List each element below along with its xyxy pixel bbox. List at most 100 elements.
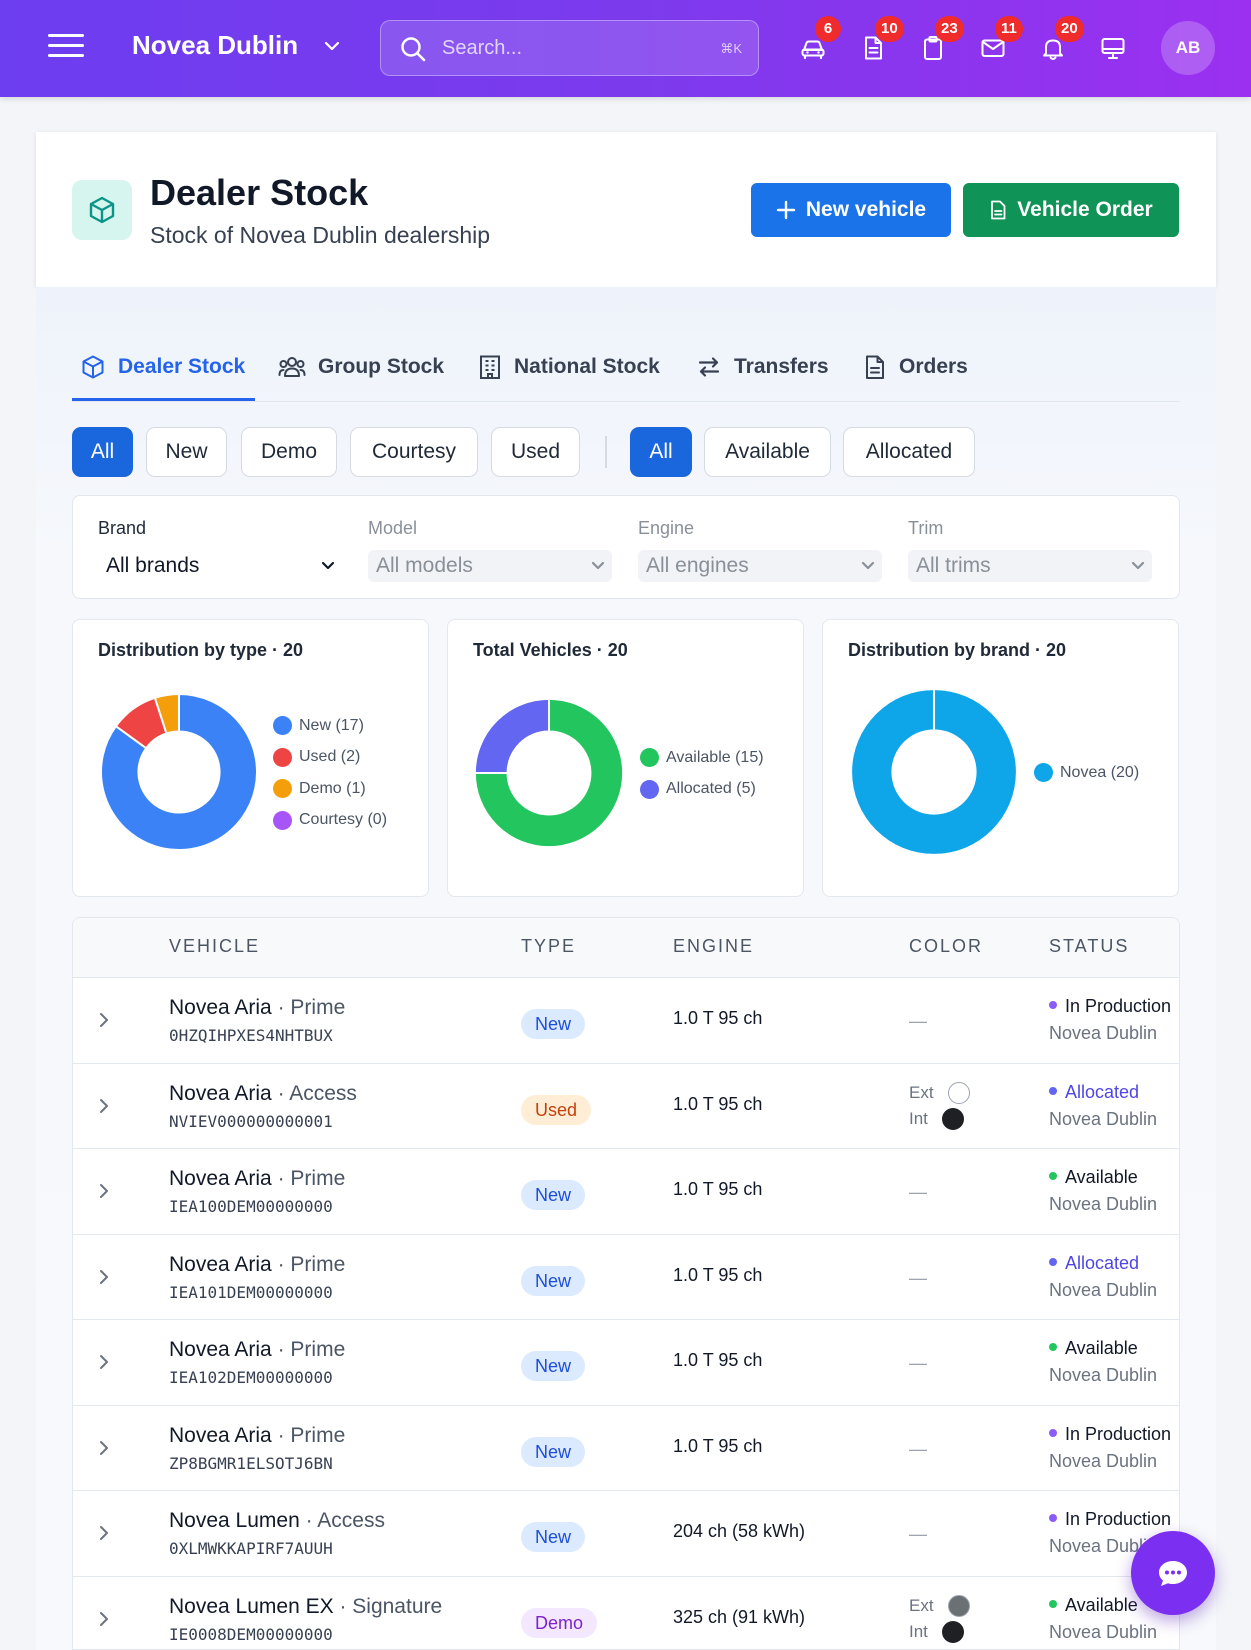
vehicle-model: Novea Aria bbox=[169, 1252, 272, 1276]
tab-label: Transfers bbox=[734, 355, 829, 378]
type-filter-new[interactable]: New bbox=[146, 427, 227, 477]
chevron-down-icon bbox=[861, 561, 875, 570]
tab-group-stock[interactable]: Group Stock bbox=[278, 354, 444, 380]
type-filter-courtesy[interactable]: Courtesy bbox=[350, 427, 478, 477]
legend-label: Courtesy (0) bbox=[299, 811, 388, 829]
type-badge: Demo bbox=[521, 1607, 598, 1638]
car-icon[interactable]: 6 bbox=[795, 16, 841, 66]
status-cell: Available Novea Dublin bbox=[1049, 1167, 1157, 1215]
column-header[interactable]: TYPE bbox=[521, 936, 576, 957]
brand-select[interactable]: All brands bbox=[98, 550, 342, 582]
table-row[interactable]: Novea Aria · Prime IEA101DEM00000000 New 1.… bbox=[73, 1235, 1179, 1320]
legend-swatch bbox=[273, 810, 292, 830]
dealer-name[interactable]: Novea Dublin bbox=[132, 30, 298, 61]
column-header[interactable]: ENGINE bbox=[673, 936, 754, 957]
donut-slice[interactable] bbox=[473, 697, 550, 774]
table-row[interactable]: Novea Aria · Prime 0HZQIHPXES4NHTBUX New 1.… bbox=[73, 978, 1179, 1064]
type-filter-all[interactable]: All bbox=[72, 427, 133, 477]
model-select[interactable]: All models bbox=[368, 550, 612, 582]
exterior-color-swatch bbox=[947, 1081, 970, 1104]
box-icon bbox=[72, 180, 132, 240]
table-row[interactable]: Novea Aria · Prime IEA100DEM00000000 New 1.… bbox=[73, 1149, 1179, 1235]
status-dot bbox=[1049, 1257, 1057, 1266]
vehicle-model: Novea Aria bbox=[169, 1338, 272, 1361]
legend-label: Allocated (5) bbox=[666, 780, 756, 798]
legend-item: Courtesy (0) bbox=[273, 805, 387, 837]
column-header[interactable]: STATUS bbox=[1049, 936, 1129, 957]
type-badge: New bbox=[521, 1436, 586, 1467]
tab-label: Orders bbox=[899, 355, 968, 378]
column-header[interactable]: VEHICLE bbox=[169, 936, 260, 957]
status-filter-allocated[interactable]: Allocated bbox=[843, 427, 975, 477]
clipboard-icon[interactable]: 23 bbox=[915, 16, 964, 66]
chevron-right-icon[interactable] bbox=[97, 1181, 111, 1206]
status-location: Novea Dublin bbox=[1049, 1450, 1158, 1471]
table-row[interactable]: Novea Aria · Prime ZP8BGMR1ELSOTJ6BN New 1.… bbox=[73, 1406, 1179, 1491]
status-cell: Available Novea Dublin bbox=[1049, 1595, 1157, 1643]
color-empty: — bbox=[909, 1182, 927, 1202]
chevron-right-icon[interactable] bbox=[97, 1438, 111, 1463]
chevron-right-icon[interactable] bbox=[97, 1523, 111, 1548]
vehicle-trim: Prime bbox=[290, 1252, 346, 1276]
column-header[interactable]: COLOR bbox=[909, 936, 983, 957]
type-filter-demo[interactable]: Demo bbox=[241, 427, 337, 477]
vehicle-name: Novea Aria · Prime bbox=[169, 996, 346, 1019]
chevron-right-icon[interactable] bbox=[97, 1352, 111, 1377]
status-filter-available[interactable]: Available bbox=[704, 427, 831, 477]
chevron-right-icon[interactable] bbox=[97, 1010, 111, 1035]
status-text: Allocated bbox=[1065, 1252, 1140, 1273]
new-vehicle-button[interactable]: New vehicle bbox=[751, 183, 951, 237]
donut-chart-type bbox=[100, 692, 258, 851]
search-input[interactable]: Search... ⌘K bbox=[380, 20, 759, 76]
vehicle-trim: Signature bbox=[352, 1594, 443, 1618]
search-shortcut: ⌘K bbox=[720, 41, 742, 56]
users-icon bbox=[278, 357, 306, 377]
status-filter-all[interactable]: All bbox=[630, 427, 692, 477]
exterior-color-swatch bbox=[947, 1594, 970, 1617]
chevron-right-icon[interactable] bbox=[97, 1096, 111, 1121]
engine-select[interactable]: All engines bbox=[638, 550, 882, 582]
vehicle-trim: Prime bbox=[290, 1167, 346, 1190]
monitor-icon[interactable] bbox=[1095, 30, 1131, 66]
chevron-down-icon bbox=[321, 561, 335, 570]
top-bar: Novea Dublin Search... ⌘K 6 10 23 11 20 … bbox=[0, 0, 1251, 97]
chevron-right-icon[interactable] bbox=[97, 1609, 111, 1634]
table-row[interactable]: Novea Lumen · Access 0XLMWKKAPIRF7AUUH New… bbox=[73, 1491, 1179, 1577]
vehicle-order-label: Vehicle Order bbox=[1017, 198, 1153, 221]
mail-icon[interactable]: 11 bbox=[975, 16, 1023, 66]
table-row[interactable]: Novea Aria · Prime IEA102DEM00000000 New 1.… bbox=[73, 1320, 1179, 1406]
legend-item: Demo (1) bbox=[273, 773, 387, 805]
chart-legend: New (17) Used (2) Demo (1) Courtesy (0) bbox=[273, 710, 387, 836]
chevron-right-icon[interactable] bbox=[97, 1267, 111, 1292]
plus-icon bbox=[776, 200, 796, 220]
engine-value: 1.0 T 95 ch bbox=[673, 1179, 763, 1199]
vehicle-vin: 0XLMWKKAPIRF7AUUH bbox=[169, 1539, 333, 1558]
trim-select[interactable]: All trims bbox=[908, 550, 1152, 582]
vehicle-order-button[interactable]: Vehicle Order bbox=[963, 183, 1179, 237]
tab-orders[interactable]: Orders bbox=[863, 354, 968, 380]
brand-label: Brand bbox=[98, 518, 147, 538]
tab-dealer-stock[interactable]: Dealer Stock bbox=[80, 354, 245, 380]
vehicle-vin: 0HZQIHPXES4NHTBUX bbox=[169, 1026, 333, 1045]
table-row[interactable]: Novea Aria · Access NVIEV000000000001 Used… bbox=[73, 1064, 1179, 1149]
legend-swatch bbox=[273, 716, 292, 736]
vehicle-name: Novea Aria · Prime bbox=[169, 1423, 346, 1447]
legend-item: Novea (20) bbox=[1034, 757, 1139, 789]
chat-button[interactable] bbox=[1131, 1531, 1215, 1615]
menu-icon[interactable] bbox=[48, 34, 84, 62]
bell-icon[interactable]: 20 bbox=[1035, 16, 1084, 66]
vehicle-vin: IEA100DEM00000000 bbox=[169, 1197, 333, 1216]
type-filter-used[interactable]: Used bbox=[491, 427, 580, 477]
tab-national-stock[interactable]: National Stock bbox=[478, 354, 660, 380]
table-row[interactable]: Novea Lumen EX · Signature IE0008DEM00000… bbox=[73, 1577, 1179, 1650]
document-icon[interactable]: 10 bbox=[855, 16, 904, 66]
color-empty: — bbox=[909, 1267, 927, 1288]
legend-label: Used (2) bbox=[299, 748, 361, 766]
vehicle-model: Novea Aria bbox=[169, 1167, 272, 1190]
model-value: All models bbox=[376, 554, 473, 577]
chevron-down-icon[interactable] bbox=[322, 36, 342, 56]
int-label: Int bbox=[909, 1621, 928, 1641]
tab-transfers[interactable]: Transfers bbox=[696, 354, 829, 380]
legend-label: Demo (1) bbox=[299, 779, 366, 797]
avatar[interactable]: AB bbox=[1161, 21, 1215, 75]
